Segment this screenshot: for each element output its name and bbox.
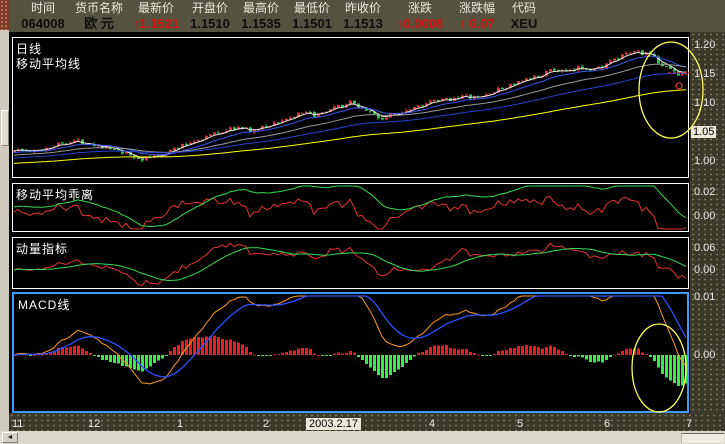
y-axis-label: 1.15	[694, 68, 716, 80]
x-axis-label: 2	[263, 418, 270, 430]
chart-canvas	[12, 37, 704, 413]
y-axis-label: 1.10	[694, 97, 716, 109]
x-axis-label: 7	[686, 418, 693, 430]
scroll-left-button[interactable]: ◄	[2, 432, 18, 443]
y-axis-label: 0.06	[694, 242, 716, 254]
x-axis-label: 11	[12, 418, 24, 430]
panel-title-macd: MACD线	[18, 298, 71, 312]
y-axis-label: 1.00	[694, 155, 716, 167]
highlight-ellipse-annotation	[638, 41, 704, 139]
x-axis-label: 1	[177, 418, 184, 430]
y-axis-label: 0.00	[694, 349, 716, 361]
panel-title-bias: 移动平均乖离	[16, 188, 95, 202]
y-axis-label: 0.00	[694, 210, 716, 222]
y-axis-label: 0.02	[694, 186, 716, 198]
x-axis-label: 2003.2.17	[306, 418, 361, 430]
trading-app-window: 时间 064008 货币名称欧 元最新价 ↑1.1521 开盘价 1.1510 最高价 1.1…	[0, 0, 725, 444]
horizontal-scrollbar[interactable]: ◄	[0, 431, 725, 444]
y-axis-label: 0.00	[694, 264, 716, 276]
y-axis-label: 1.20	[694, 39, 716, 51]
x-axis-label: 5	[517, 418, 524, 430]
y-axis-label: 0.01	[694, 291, 716, 303]
x-axis-label: 4	[429, 418, 436, 430]
panel-title-ma: 移动平均线	[16, 57, 82, 71]
last-price-circle-marker	[675, 82, 683, 90]
x-axis-label: 12	[88, 418, 101, 430]
panel-title-momentum: 动量指标	[16, 242, 69, 256]
y-axis-label: 1.05	[691, 126, 717, 138]
x-axis-label: 6	[604, 418, 611, 430]
scrollbar-thumb[interactable]	[681, 433, 724, 443]
